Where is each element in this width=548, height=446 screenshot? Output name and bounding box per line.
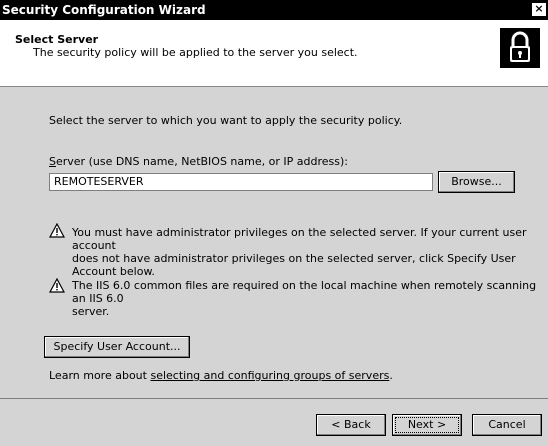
learn-more-line: Learn more about selecting and configuri… (49, 369, 393, 382)
warning-icon (49, 223, 65, 238)
instruction-text: Select the server to which you want to a… (49, 114, 403, 127)
page-title: Select Server (15, 33, 99, 46)
wizard-footer: < Back Next > Cancel (0, 400, 548, 446)
next-button[interactable]: Next > (392, 414, 462, 436)
learn-more-suffix: . (389, 369, 393, 382)
warning-iis-line-1: The IIS 6.0 common files are required on… (72, 279, 537, 305)
server-label: Server (use DNS name, NetBIOS name, or I… (49, 155, 348, 168)
wizard-header: Select Server The security policy will b… (0, 20, 548, 87)
cancel-button[interactable]: Cancel (472, 414, 542, 436)
close-button[interactable]: × (532, 3, 546, 16)
warning-text-iis: The IIS 6.0 common files are required on… (72, 279, 548, 318)
learn-more-link[interactable]: selecting and configuring groups of serv… (150, 369, 389, 382)
warning-icon (49, 278, 65, 293)
warning-admin-line-1: You must have administrator privileges o… (72, 226, 527, 252)
server-label-accel: S (49, 155, 56, 168)
lock-icon (500, 28, 540, 68)
server-label-rest: erver (use DNS name, NetBIOS name, or IP… (55, 155, 348, 168)
title-bar: Security Configuration Wizard × (0, 0, 548, 20)
page-subtitle: The security policy will be applied to t… (33, 46, 358, 59)
wizard-body: Select the server to which you want to a… (0, 87, 548, 398)
server-input[interactable]: REMOTESERVER (49, 173, 433, 191)
window-title: Security Configuration Wizard (2, 3, 206, 17)
browse-button[interactable]: Browse... (438, 171, 515, 193)
warning-text-admin: You must have administrator privileges o… (72, 226, 548, 278)
warning-admin-line-2: does not have administrator privileges o… (72, 252, 516, 278)
specify-user-account-button[interactable]: Specify User Account... (44, 336, 190, 358)
learn-more-prefix: Learn more about (49, 369, 151, 382)
warning-iis-line-2: server. (72, 305, 110, 318)
back-button[interactable]: < Back (316, 414, 386, 436)
wizard-window: Security Configuration Wizard × Select S… (0, 0, 548, 446)
